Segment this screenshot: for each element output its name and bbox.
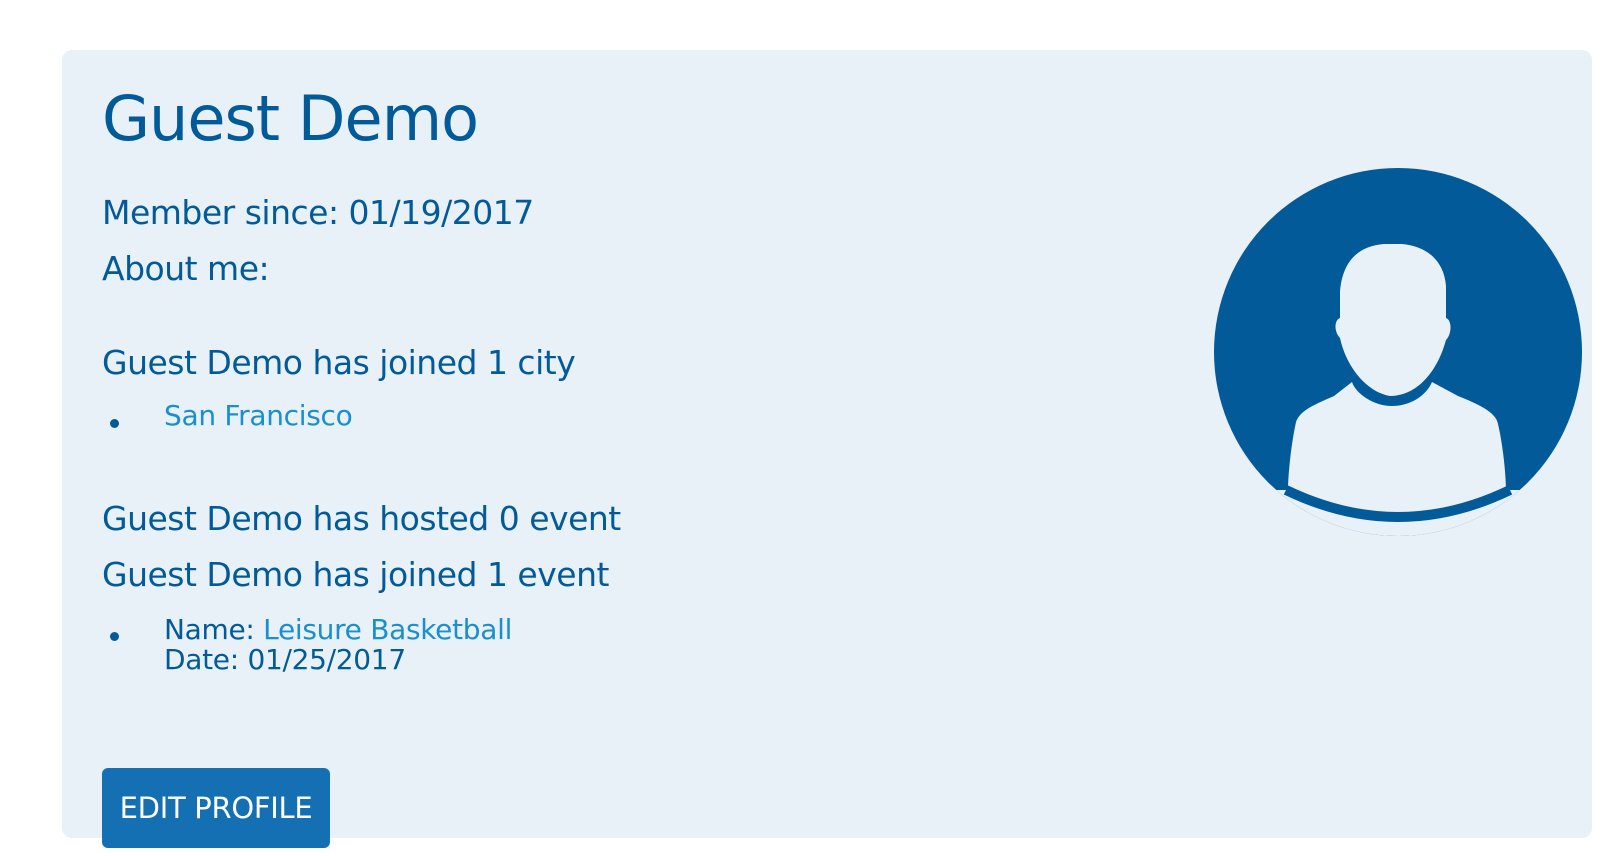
events-joined-heading: Guest Demo has joined 1 event xyxy=(102,555,609,594)
profile-name: Guest Demo xyxy=(102,82,479,155)
member-since: Member since: 01/19/2017 xyxy=(102,193,534,232)
edit-profile-button[interactable]: EDIT PROFILE xyxy=(102,768,330,848)
city-link-san-francisco[interactable]: San Francisco xyxy=(164,402,353,430)
profile-card: Guest Demo Member since: 01/19/2017 Abou… xyxy=(62,50,1592,848)
user-silhouette-icon xyxy=(1214,168,1582,536)
about-me-label: About me: xyxy=(102,249,270,288)
events-hosted-heading: Guest Demo has hosted 0 event xyxy=(102,499,621,538)
event-name-label: Name: xyxy=(164,613,264,646)
cities-joined-heading: Guest Demo has joined 1 city xyxy=(102,343,576,382)
event-date: Date: 01/25/2017 xyxy=(164,643,406,676)
list-bullet xyxy=(110,419,119,428)
list-bullet xyxy=(110,632,119,641)
event-link-leisure-basketball[interactable]: Leisure Basketball xyxy=(263,613,512,646)
event-name-line: Name: Leisure Basketball xyxy=(164,616,512,644)
